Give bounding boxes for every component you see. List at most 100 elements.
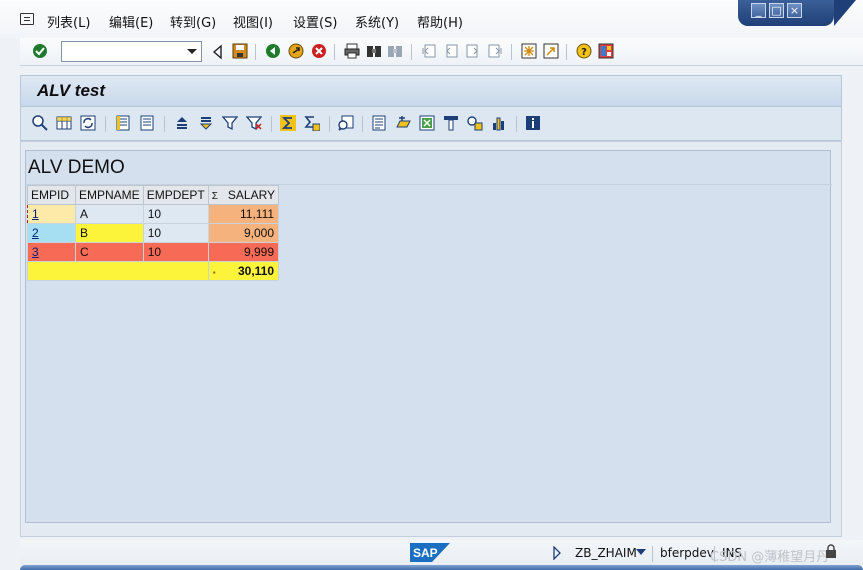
back-icon[interactable]	[265, 43, 281, 59]
total-salary: 30,110	[237, 264, 275, 278]
total-row: ▪ 30,110	[27, 261, 280, 281]
page-title: ALV test	[37, 81, 106, 100]
cell-salary[interactable]: 9,999	[207, 242, 280, 262]
sort-ascending-icon[interactable]	[174, 115, 190, 131]
customize-layout-icon[interactable]	[598, 43, 614, 59]
enter-icon[interactable]	[32, 43, 48, 59]
total-row-spacer	[27, 261, 209, 281]
column-header-salary[interactable]: Σ SALARY	[207, 185, 280, 205]
svg-text:?: ?	[581, 47, 587, 58]
cell-empdept[interactable]: 10	[142, 204, 209, 224]
cell-salary[interactable]: 9,000	[207, 223, 280, 243]
find-next-icon[interactable]	[387, 43, 403, 59]
total-icon[interactable]	[280, 115, 296, 131]
empid-link[interactable]: 3	[32, 245, 39, 259]
details-icon[interactable]	[32, 115, 48, 131]
previous-page-icon[interactable]	[443, 43, 459, 59]
last-page-icon[interactable]	[487, 43, 503, 59]
table-view-icon[interactable]	[56, 115, 72, 131]
menu-list[interactable]: 列表(L)	[47, 12, 90, 31]
cell-empname[interactable]: C	[75, 242, 144, 262]
menu-goto[interactable]: 转到(G)	[170, 12, 216, 31]
cell-empname[interactable]: A	[75, 204, 144, 224]
delete-filter-icon[interactable]	[246, 115, 262, 131]
program-name: ZB_ZHAIM	[575, 546, 637, 560]
menu-system[interactable]: 系统(Y)	[355, 12, 399, 31]
total-salary-cell[interactable]: ▪ 30,110	[207, 261, 280, 281]
command-field[interactable]	[61, 41, 202, 62]
cell-salary[interactable]: 11,111	[207, 204, 280, 224]
next-page-icon[interactable]	[465, 43, 481, 59]
content-area: ALV DEMO EMPID EMPNAME EMPDEPT Σ SALARY 1…	[20, 141, 842, 537]
cell-empid[interactable]: 2	[27, 223, 76, 243]
subtotal-icon[interactable]	[304, 115, 320, 131]
new-session-icon[interactable]	[521, 43, 537, 59]
column-header-empdept[interactable]: EMPDEPT	[142, 185, 209, 205]
cell-empdept[interactable]: 10	[142, 242, 209, 262]
toolbar-separator	[164, 116, 165, 132]
toolbar-separator	[411, 44, 412, 60]
column-header-empname[interactable]: EMPNAME	[75, 185, 144, 205]
menu-settings[interactable]: 设置(S)	[293, 12, 337, 31]
exit-icon[interactable]	[288, 43, 304, 59]
server-name: bferpdev	[660, 546, 714, 560]
sort-descending-icon[interactable]	[198, 115, 214, 131]
cancel-icon[interactable]	[311, 43, 327, 59]
toolbar-separator	[105, 116, 106, 132]
find-icon[interactable]	[366, 43, 382, 59]
save-icon[interactable]	[232, 43, 248, 59]
change-layout-icon[interactable]	[467, 115, 483, 131]
deselect-all-icon[interactable]	[139, 115, 155, 131]
back-triangle-icon[interactable]	[210, 44, 226, 60]
help-icon[interactable]: ?	[576, 43, 592, 59]
graphic-icon[interactable]	[491, 115, 507, 131]
csdn-watermark: CSDN @薄稚望月丹	[710, 550, 830, 565]
maximize-button[interactable]: □	[769, 3, 784, 18]
command-dropdown-icon[interactable]	[187, 49, 197, 54]
sum-icon: Σ	[211, 191, 218, 202]
shortcut-icon[interactable]	[543, 43, 559, 59]
lock-icon	[826, 544, 836, 558]
menu-view[interactable]: 视图(I)	[233, 12, 273, 31]
empid-link[interactable]: 2	[32, 226, 39, 240]
toolbar-separator	[329, 116, 330, 132]
cell-empdept[interactable]: 10	[142, 223, 209, 243]
cell-empid[interactable]: 1	[27, 204, 76, 224]
toolbar-separator	[362, 116, 363, 132]
chevron-down-icon[interactable]	[636, 549, 646, 555]
menu-bar: 列表(L) 编辑(E) 转到(G) 视图(I) 设置(S) 系统(Y) 帮助(H…	[0, 0, 863, 38]
print-preview-icon[interactable]	[338, 115, 354, 131]
menu-help[interactable]: 帮助(H)	[417, 12, 463, 31]
print-icon[interactable]	[344, 43, 360, 59]
information-icon[interactable]	[525, 115, 541, 131]
window-menu-icon[interactable]	[20, 13, 34, 25]
table-row: 3 C 10 9,999	[27, 242, 280, 262]
cell-empid[interactable]: 3	[27, 242, 76, 262]
export-icon[interactable]	[395, 115, 411, 131]
alv-heading: ALV DEMO	[28, 157, 125, 178]
alv-grid-panel: ALV DEMO EMPID EMPNAME EMPDEPT Σ SALARY 1…	[25, 150, 832, 523]
salary-header-label: SALARY	[227, 188, 276, 202]
select-all-icon[interactable]	[115, 115, 131, 131]
window-bottom-edge	[20, 565, 863, 570]
menu-edit[interactable]: 编辑(E)	[109, 12, 153, 31]
minimize-button[interactable]: _	[751, 3, 766, 18]
title-bar: ALV test	[20, 75, 842, 107]
column-header-empid[interactable]: EMPID	[27, 185, 76, 205]
alv-grid: EMPID EMPNAME EMPDEPT Σ SALARY 1 A 10 11,…	[27, 185, 280, 281]
choose-layout-icon[interactable]	[443, 115, 459, 131]
toolbar-separator	[271, 116, 272, 132]
sap-logo-text: SAP	[413, 546, 438, 560]
first-page-icon[interactable]	[421, 43, 437, 59]
spreadsheet-icon[interactable]	[419, 115, 435, 131]
status-expand-icon[interactable]	[552, 546, 562, 560]
system-toolbar: ?	[20, 38, 863, 66]
toolbar-separator	[566, 44, 567, 60]
word-processing-icon[interactable]	[371, 115, 387, 131]
cell-empname[interactable]: B	[75, 223, 144, 243]
filter-icon[interactable]	[222, 115, 238, 131]
alv-toolbar	[20, 107, 842, 141]
close-window-button[interactable]: ×	[787, 3, 802, 18]
refresh-icon[interactable]	[80, 115, 96, 131]
empid-link[interactable]: 1	[32, 207, 39, 221]
